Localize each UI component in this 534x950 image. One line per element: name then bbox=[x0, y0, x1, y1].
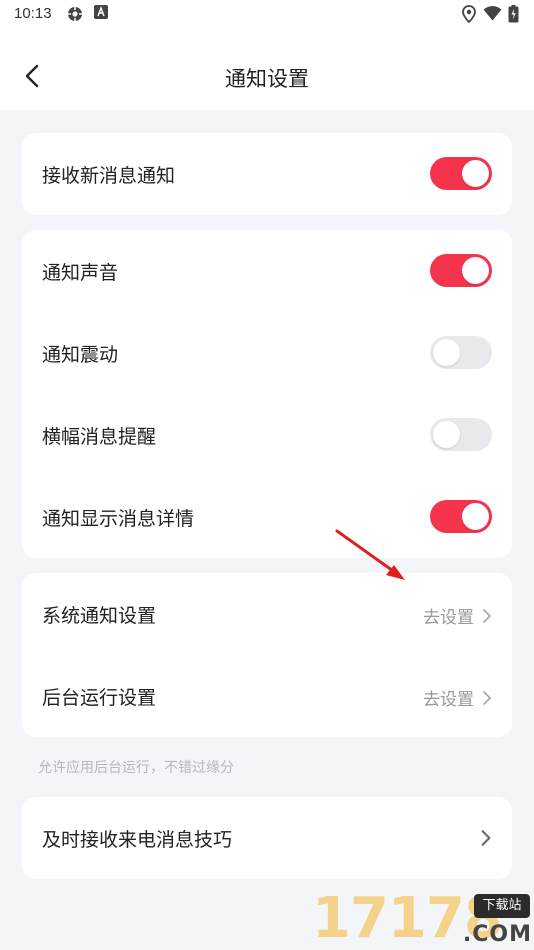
card-system-settings: 系统通知设置 去设置 后台运行设置 去设置 bbox=[22, 573, 512, 737]
background-run-hint: 允许应用后台运行，不错过缘分 bbox=[38, 760, 234, 776]
receive-new-message-label: 接收新消息通知 bbox=[42, 165, 176, 187]
banner-reminder-toggle[interactable] bbox=[430, 418, 492, 451]
status-time: 10:13 bbox=[14, 5, 52, 22]
location-icon bbox=[462, 5, 476, 27]
system-notification-settings-label: 系统通知设置 bbox=[42, 605, 157, 627]
page-title: 通知设置 bbox=[225, 67, 309, 91]
chevron-right-icon bbox=[481, 830, 491, 846]
status-bar: 10:13 bbox=[0, 0, 534, 28]
toggle-knob bbox=[462, 503, 489, 530]
card-notification-options: 通知声音 通知震动 横幅消息提醒 通知显示消息详情 bbox=[22, 230, 512, 558]
call-tips-arrow[interactable] bbox=[480, 829, 492, 847]
battery-icon bbox=[508, 5, 519, 27]
toggle-knob bbox=[433, 339, 460, 366]
toggle-knob bbox=[433, 421, 460, 448]
go-settings-text: 去设置 bbox=[423, 608, 474, 628]
row-call-message-tips[interactable]: 及时接收来电消息技巧 bbox=[22, 797, 512, 879]
annotation-arrow-icon bbox=[335, 529, 405, 580]
row-notification-vibrate: 通知震动 bbox=[22, 312, 512, 394]
receive-new-message-toggle[interactable] bbox=[430, 157, 492, 190]
background-run-go-settings[interactable]: 去设置 bbox=[423, 685, 492, 710]
toggle-knob bbox=[462, 257, 489, 284]
toggle-knob bbox=[462, 160, 489, 187]
wifi-icon bbox=[483, 5, 502, 25]
a-notification-icon bbox=[94, 5, 108, 23]
watermark-suffix: .COM bbox=[462, 922, 532, 947]
show-message-details-label: 通知显示消息详情 bbox=[42, 508, 195, 530]
chevron-right-icon bbox=[483, 690, 491, 705]
background-run-settings-label: 后台运行设置 bbox=[42, 687, 157, 709]
row-banner-reminder: 横幅消息提醒 bbox=[22, 394, 512, 476]
go-settings-text: 去设置 bbox=[423, 690, 474, 710]
show-message-details-toggle[interactable] bbox=[430, 500, 492, 533]
row-system-notification-settings[interactable]: 系统通知设置 去设置 bbox=[22, 573, 512, 655]
notification-vibrate-toggle[interactable] bbox=[430, 336, 492, 369]
notification-vibrate-label: 通知震动 bbox=[42, 344, 119, 366]
banner-reminder-label: 横幅消息提醒 bbox=[42, 426, 157, 448]
watermark-tag: 下载站 bbox=[474, 894, 530, 918]
notification-sound-label: 通知声音 bbox=[42, 262, 119, 284]
nav-header: 通知设置 bbox=[0, 28, 534, 110]
gear-notification-icon bbox=[66, 5, 84, 27]
row-background-run-settings[interactable]: 后台运行设置 去设置 bbox=[22, 655, 512, 737]
site-watermark: 17178 下载站 .COM bbox=[312, 888, 534, 950]
call-message-tips-label: 及时接收来电消息技巧 bbox=[42, 829, 233, 851]
row-notification-sound: 通知声音 bbox=[22, 230, 512, 312]
card-call-tips: 及时接收来电消息技巧 bbox=[22, 797, 512, 879]
chevron-right-icon bbox=[483, 608, 491, 623]
system-notification-go-settings[interactable]: 去设置 bbox=[423, 603, 492, 628]
card-receive-notifications: 接收新消息通知 bbox=[22, 133, 512, 215]
notification-sound-toggle[interactable] bbox=[430, 254, 492, 287]
row-receive-new-message: 接收新消息通知 bbox=[22, 133, 512, 215]
row-show-message-details: 通知显示消息详情 bbox=[22, 476, 512, 558]
